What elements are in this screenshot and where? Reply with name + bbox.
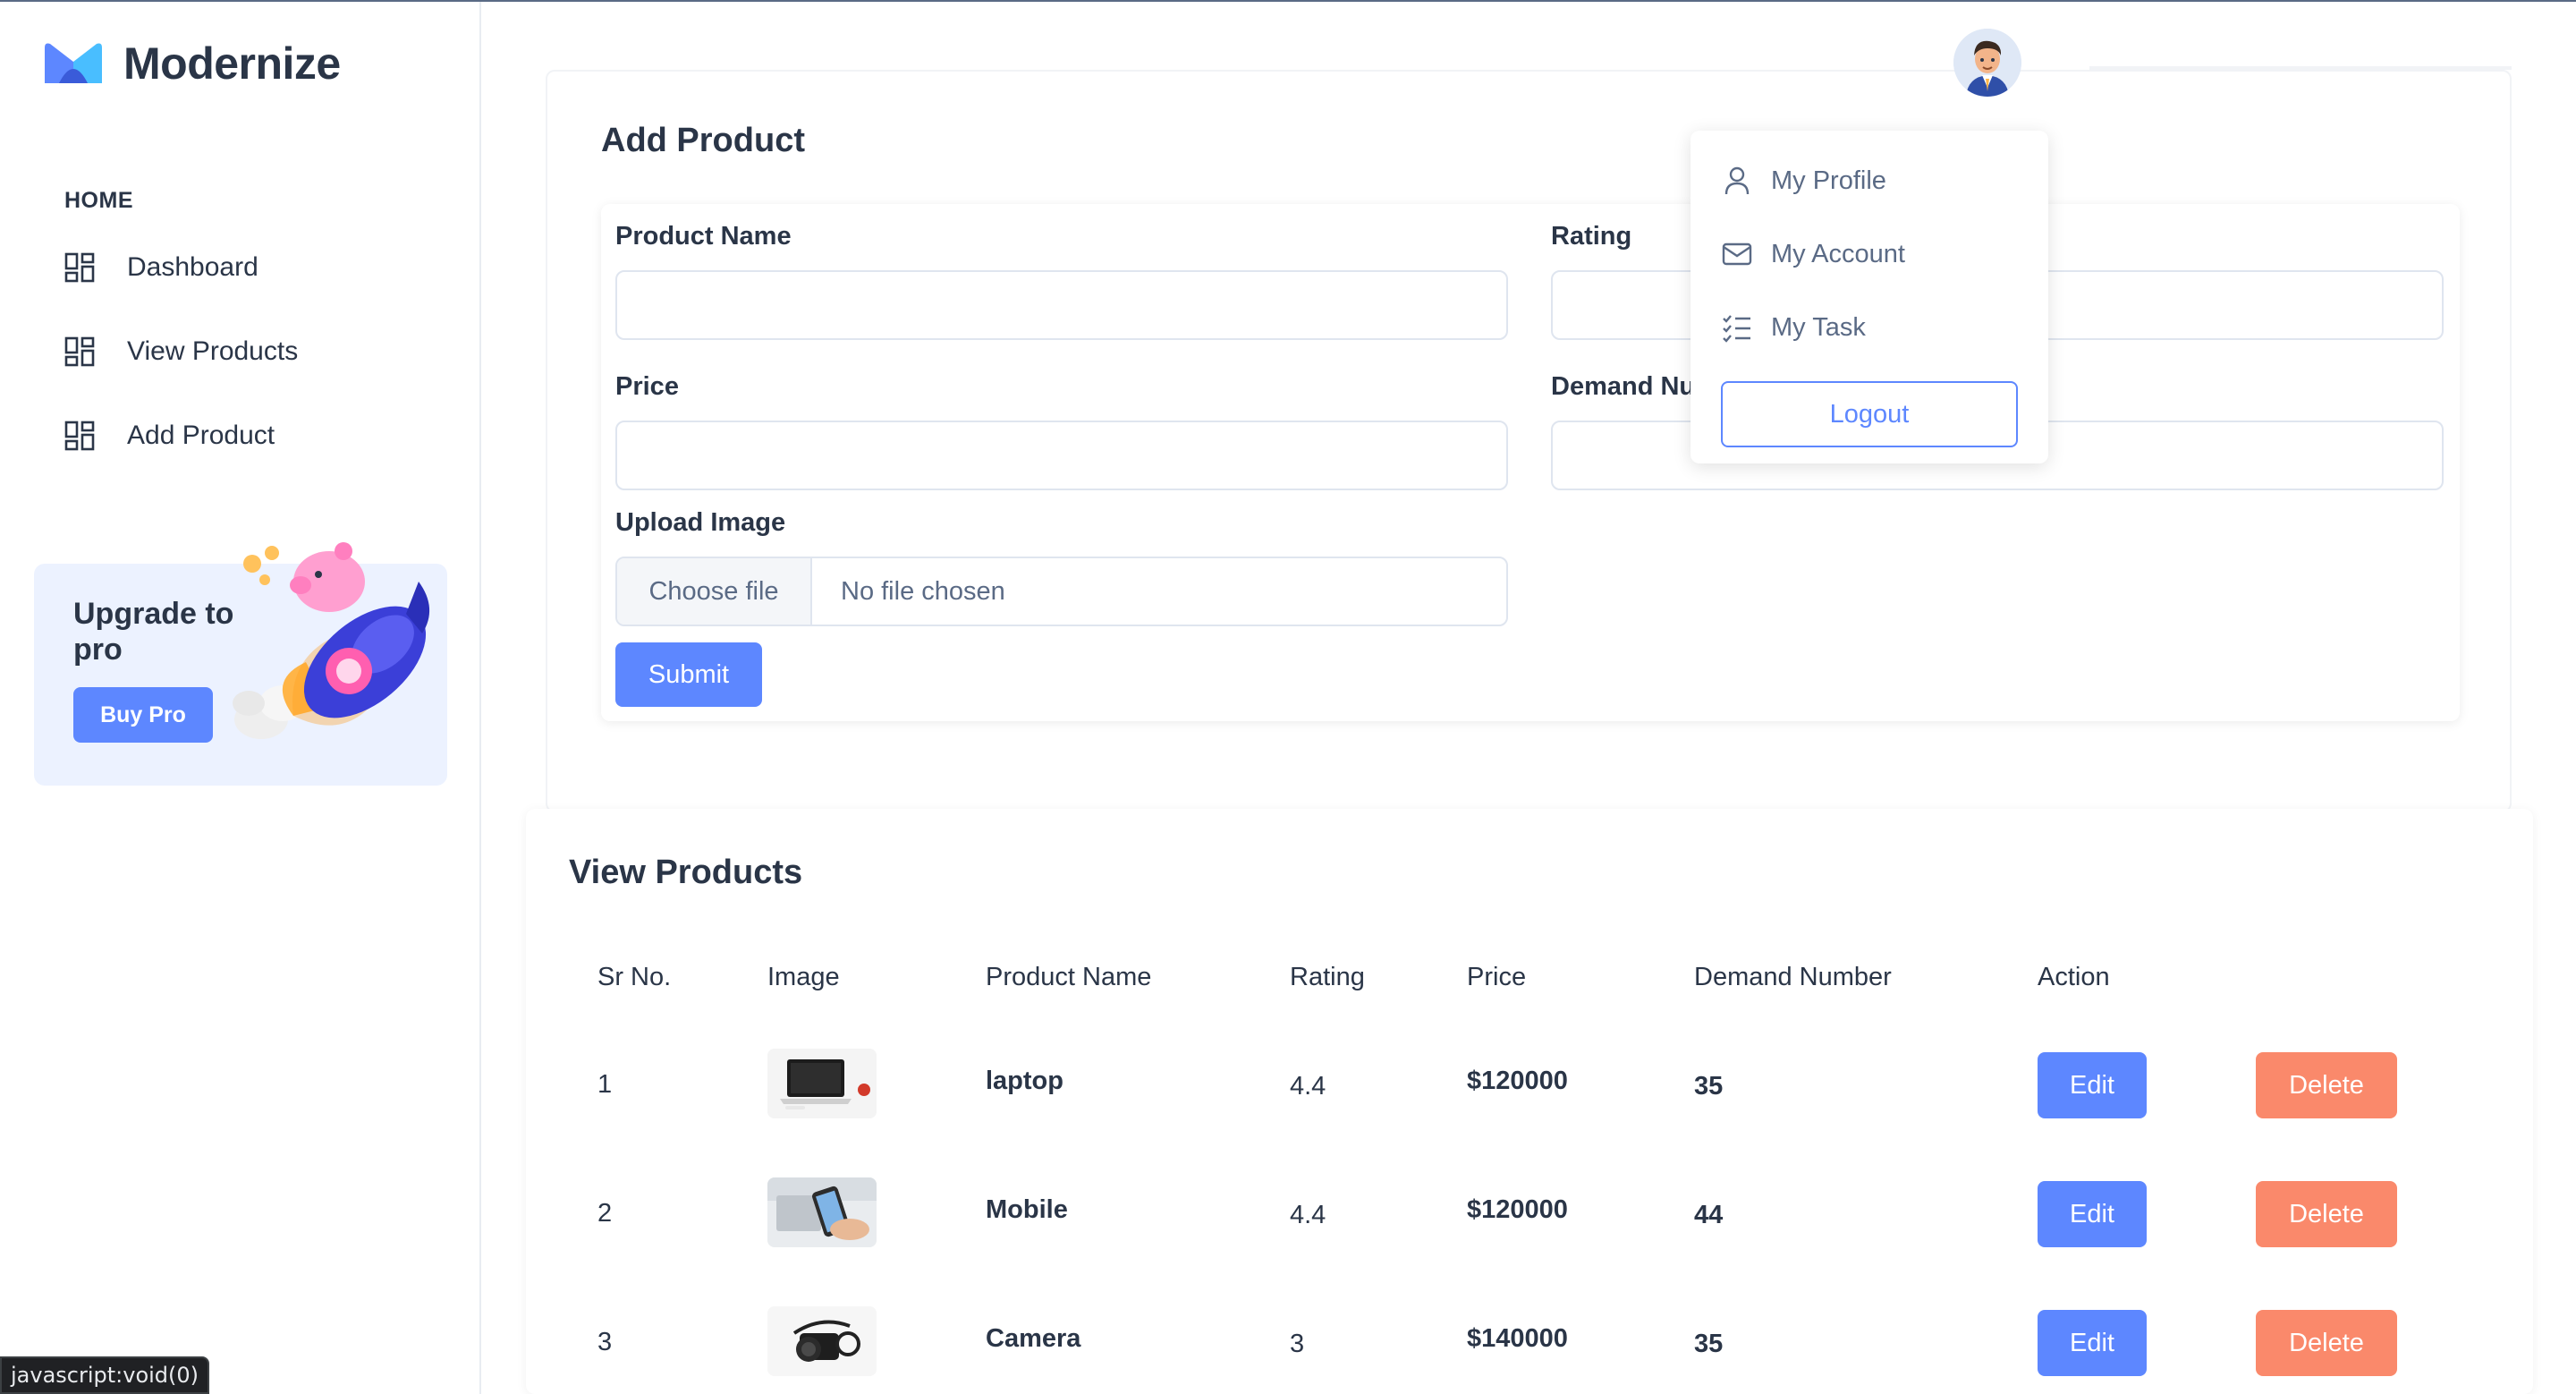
nav-caption-home: HOME [64,188,133,213]
column-header-rating: Rating [1290,963,1365,991]
column-header-image: Image [767,963,840,991]
sidebar: Modernize HOME Dashboard View Products A… [0,2,481,1394]
layout-dashboard-icon [64,336,95,367]
browser-status-bar: javascript:void(0) [0,1356,210,1394]
row-1-edit-button[interactable]: Edit [2038,1052,2147,1118]
row-1-delete-button[interactable]: Delete [2256,1052,2397,1118]
upload-image-input[interactable]: Choose file No file chosen [615,557,1508,626]
row-3-delete-button[interactable]: Delete [2256,1310,2397,1376]
row-3-rating: 3 [1290,1330,1305,1358]
sidebar-item-label: View Products [127,336,299,366]
menu-item-my-account[interactable]: My Account [1721,238,1905,270]
avatar-icon [1953,29,2021,97]
row-3-price: $140000 [1467,1324,1568,1353]
brand-name: Modernize [123,38,341,89]
row-2-rating: 4.4 [1290,1201,1326,1229]
row-3-demand: 35 [1694,1330,1724,1358]
row-3-edit-button[interactable]: Edit [2038,1310,2147,1376]
column-header-product-name: Product Name [986,963,1152,991]
demand-number-label: Demand Nu [1551,372,1696,401]
choose-file-button[interactable]: Choose file [617,558,812,625]
row-2-name: Mobile [986,1195,1068,1224]
layout-dashboard-icon [64,252,95,283]
column-header-action: Action [2038,963,2110,991]
menu-item-my-profile[interactable]: My Profile [1721,165,1886,197]
layout-dashboard-icon [64,421,95,451]
menu-item-label: My Profile [1771,166,1886,195]
row-1-demand: 35 [1694,1072,1724,1101]
upgrade-card: Upgrade to pro Buy Pro [34,542,447,786]
profile-dropdown: My Profile My Account My Task Logout [1690,131,2048,463]
column-header-demand-number: Demand Number [1694,963,1892,991]
price-label: Price [615,372,679,401]
row-2-sr: 2 [597,1199,613,1228]
menu-item-label: My Account [1771,239,1905,268]
rocket-illustration-icon [233,542,430,739]
row-1-sr: 1 [597,1070,613,1099]
list-check-icon [1723,315,1750,343]
row-2-demand: 44 [1694,1201,1724,1229]
row-1-product-image [767,1049,877,1118]
row-1-name: laptop [986,1067,1063,1095]
user-icon [1724,166,1750,195]
camera-photo-icon [767,1306,877,1376]
row-1-price: $120000 [1467,1067,1568,1095]
file-status: No file chosen [841,576,1005,606]
submit-button[interactable]: Submit [615,642,762,707]
user-avatar[interactable] [1953,29,2021,97]
row-3-sr: 3 [597,1328,613,1356]
mail-icon [1722,242,1752,266]
row-2-product-image [767,1177,877,1247]
product-name-label: Product Name [615,222,792,251]
row-1-rating: 4.4 [1290,1072,1326,1101]
upload-image-label: Upload Image [615,508,786,537]
price-input[interactable] [615,421,1508,490]
row-2-delete-button[interactable]: Delete [2256,1181,2397,1247]
sidebar-item-label: Add Product [127,421,275,450]
sidebar-item-label: Dashboard [127,252,258,282]
sidebar-item-view-products[interactable]: View Products [54,319,447,385]
row-2-edit-button[interactable]: Edit [2038,1181,2147,1247]
product-name-input[interactable] [615,270,1508,340]
row-2-price: $120000 [1467,1195,1568,1224]
header-edge [2089,66,2512,70]
laptop-photo-icon [767,1049,877,1118]
upgrade-title: Upgrade to pro [73,597,234,667]
menu-item-label: My Task [1771,312,1866,342]
column-header-sr-no: Sr No. [597,963,672,991]
row-3-product-image [767,1306,877,1376]
sidebar-item-add-product[interactable]: Add Product [54,403,447,469]
row-3-name: Camera [986,1324,1081,1353]
rating-label: Rating [1551,222,1632,251]
add-product-title: Add Product [601,122,805,159]
mobile-photo-icon [767,1177,877,1247]
logout-button[interactable]: Logout [1721,381,2018,447]
column-header-price: Price [1467,963,1527,991]
sidebar-item-dashboard[interactable]: Dashboard [54,234,447,301]
buy-pro-button[interactable]: Buy Pro [73,687,213,743]
modernize-logo-icon [45,43,102,83]
menu-item-my-task[interactable]: My Task [1721,311,1866,344]
brand[interactable]: Modernize [41,38,341,89]
view-products-title: View Products [569,854,803,891]
